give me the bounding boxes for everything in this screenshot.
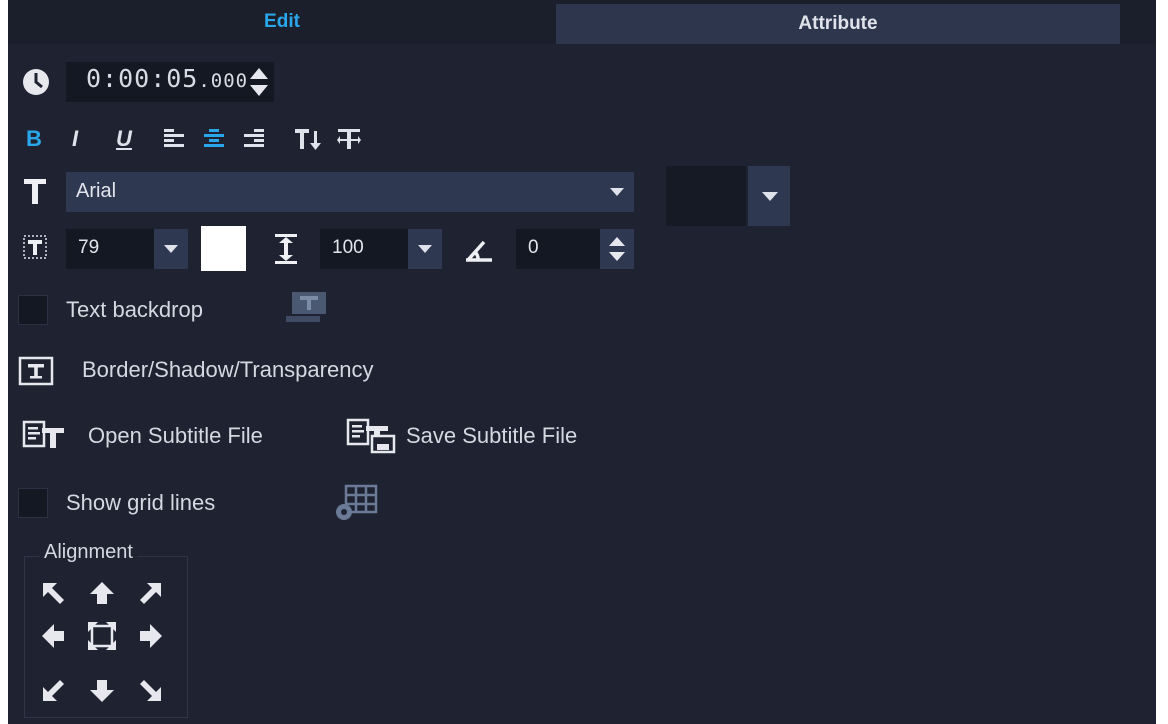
chevron-down-icon [418, 245, 432, 253]
line-spacing-dropdown[interactable] [408, 229, 442, 269]
font-icon [22, 176, 48, 206]
font-size-icon [22, 232, 48, 262]
align-bottom-right-arrow-icon[interactable] [136, 676, 164, 704]
align-middle-left-arrow-icon[interactable] [40, 622, 68, 650]
duration-ms: .000 [198, 70, 249, 92]
rotation-value: 0 [528, 237, 539, 258]
show-grid-lines-label: Show grid lines [66, 490, 216, 515]
bold-button[interactable]: B [22, 124, 46, 154]
align-middle-right-arrow-icon[interactable] [136, 622, 164, 650]
background-color-swatch[interactable] [666, 166, 746, 226]
font-size-field[interactable]: 79 [66, 229, 154, 269]
text-backdrop-settings-icon[interactable] [286, 290, 330, 324]
align-right-icon[interactable] [242, 127, 266, 151]
text-backdrop-label: Text backdrop [66, 297, 203, 322]
tab-attribute[interactable]: Attribute [556, 0, 1120, 44]
duration-value: 0:00:05.000 [86, 64, 248, 93]
grid-settings-icon[interactable] [332, 484, 380, 522]
alignment-title: Alignment [40, 541, 137, 564]
left-edge [0, 0, 8, 724]
align-center-icon[interactable] [86, 620, 118, 652]
align-bottom-center-arrow-icon[interactable] [88, 676, 116, 704]
chevron-down-icon [610, 188, 624, 196]
save-subtitle-label[interactable]: Save Subtitle File [406, 423, 577, 449]
show-grid-lines-checkbox[interactable] [18, 488, 48, 518]
chevron-down-icon [164, 245, 178, 253]
align-top-right-arrow-icon[interactable] [136, 580, 164, 608]
font-size-value: 79 [78, 237, 100, 258]
border-shadow-label[interactable]: Border/Shadow/Transparency [82, 357, 373, 383]
line-spacing-field[interactable]: 100 [320, 229, 408, 269]
rotation-spinner[interactable] [600, 229, 634, 269]
chevron-down-icon [762, 192, 778, 201]
duration-spinner[interactable] [248, 64, 270, 100]
align-top-center-arrow-icon[interactable] [88, 580, 116, 608]
align-top-left-arrow-icon[interactable] [40, 580, 68, 608]
text-backdrop-checkbox[interactable] [18, 295, 48, 325]
underline-button[interactable]: U [112, 124, 136, 154]
align-center-icon[interactable] [202, 127, 226, 151]
border-shadow-icon[interactable] [18, 356, 56, 388]
italic-button[interactable]: I [66, 124, 84, 154]
font-size-dropdown[interactable] [154, 229, 188, 269]
tab-edit[interactable]: Edit [8, 0, 556, 44]
font-value: Arial [76, 180, 117, 202]
rotation-field[interactable]: 0 [516, 229, 600, 269]
right-edge [1156, 0, 1168, 724]
text-vertical-icon[interactable] [294, 126, 324, 152]
color-dropdown-button[interactable] [748, 166, 790, 226]
font-select[interactable]: Arial [66, 172, 634, 212]
text-color-swatch[interactable] [201, 226, 246, 271]
line-spacing-value: 100 [332, 237, 364, 258]
open-subtitle-label[interactable]: Open Subtitle File [88, 423, 263, 449]
rotation-angle-icon [464, 236, 496, 264]
duration-main: 0:00:05 [86, 64, 199, 93]
align-bottom-left-arrow-icon[interactable] [40, 676, 68, 704]
clock-icon [22, 68, 50, 96]
save-subtitle-icon[interactable] [346, 418, 398, 454]
text-direction-icon[interactable] [336, 126, 364, 152]
open-subtitle-icon[interactable] [22, 420, 66, 450]
align-left-icon[interactable] [162, 127, 186, 151]
line-spacing-icon [272, 232, 300, 266]
